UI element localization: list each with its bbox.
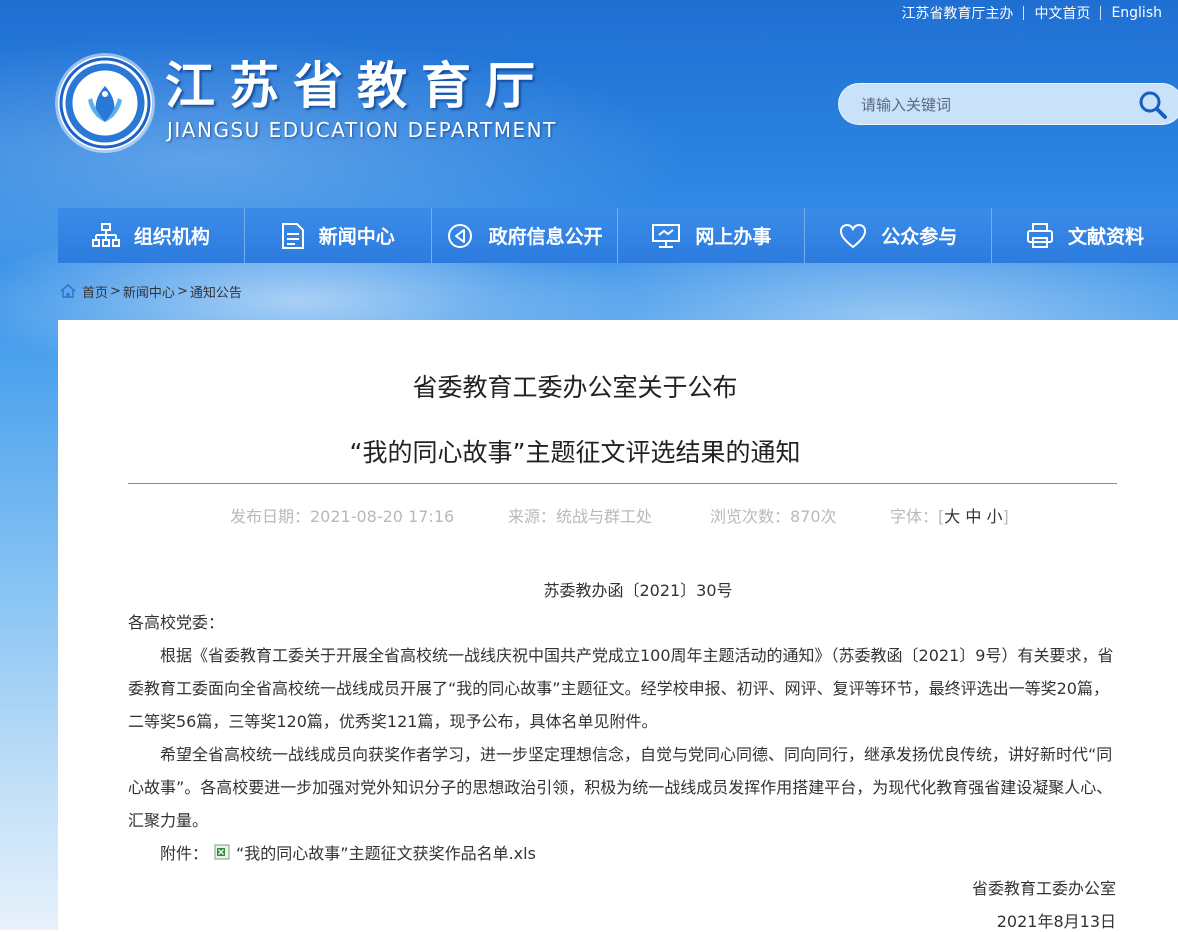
nav-label: 文献资料 [1068, 226, 1145, 248]
attachment: 附件： “我的同心故事”主题征文获奖作品名单.xls [160, 840, 536, 864]
home-icon [60, 284, 76, 298]
breadcrumb: 首页 > 新闻中心 > 通知公告 [60, 281, 242, 301]
nav-item-documents[interactable]: 文献资料 [992, 208, 1178, 263]
font-size-label: 字体： [890, 507, 939, 526]
signature-date: 2021年8月13日 [996, 912, 1116, 931]
article-paragraph: 希望全省高校统一战线成员向获奖作者学习，进一步坚定理想信念，自觉与党同心同德、同… [128, 745, 1113, 830]
excel-file-icon [214, 844, 230, 860]
article-paragraph: 根据《省委教育工委关于开展全省高校统一战线庆祝中国共产党成立100周年主题活动的… [128, 646, 1114, 731]
printer-icon [1027, 222, 1054, 248]
signature: 省委教育工委办公室 [971, 879, 1116, 898]
breadcrumb-news[interactable]: 新闻中心 [123, 282, 175, 301]
article-title-line2: “我的同心故事”主题征文评选结果的通知 [349, 438, 801, 467]
nav-item-public-participation[interactable]: 公众参与 [805, 208, 993, 263]
monitor-icon [652, 223, 681, 248]
view-count: 浏览次数：870次 [710, 507, 837, 526]
nav-label: 公众参与 [881, 226, 958, 248]
search-icon[interactable] [1137, 89, 1169, 125]
breadcrumb-separator: > [176, 283, 188, 299]
nav-item-gov-info[interactable]: 政府信息公开 [431, 208, 619, 263]
nav-label: 政府信息公开 [488, 226, 603, 248]
org-chart-icon [91, 222, 120, 247]
emblem-icon[interactable] [58, 56, 152, 150]
host-link[interactable]: 江苏省教育厅主办 [891, 3, 1023, 23]
document-number: 苏委教办函〔2021〕30号 [543, 581, 733, 600]
nav-label: 新闻中心 [318, 226, 395, 248]
article-title-line1: 省委教育工委办公室关于公布 [412, 373, 738, 402]
font-size-control: 字体：[大 中 小] [890, 503, 1009, 527]
salutation: 各高校党委： [128, 613, 225, 632]
title-divider [128, 483, 1117, 484]
attachment-label: 附件： [160, 844, 209, 863]
top-links: 江苏省教育厅主办 中文首页 English [891, 2, 1172, 24]
site-title-en: JIANGSU EDUCATION DEPARTMENT [167, 118, 557, 142]
nav-label: 网上办事 [695, 226, 772, 248]
chinese-home-link[interactable]: 中文首页 [1024, 3, 1100, 23]
search-input[interactable] [859, 93, 1133, 117]
speaker-icon [447, 223, 472, 248]
main-nav: 组织机构 新闻中心 政府信息公开 网上办事 公众参与 文献资料 [58, 208, 1178, 263]
font-large-button[interactable]: 大 [944, 507, 960, 526]
english-link[interactable]: English [1101, 5, 1172, 21]
nav-label: 组织机构 [133, 226, 210, 248]
site-title-cn[interactable]: 江苏省教育厅 [165, 56, 549, 116]
nav-item-online-service[interactable]: 网上办事 [618, 208, 806, 263]
bracket-close: ] [1002, 507, 1009, 526]
font-medium-button[interactable]: 中 [965, 507, 981, 526]
attachment-file-link[interactable]: “我的同心故事”主题征文获奖作品名单.xls [236, 840, 536, 864]
nav-item-organization[interactable]: 组织机构 [58, 208, 245, 263]
breadcrumb-separator: > [110, 283, 121, 299]
breadcrumb-notices[interactable]: 通知公告 [190, 282, 242, 301]
publish-date: 发布日期：2021-08-20 17:16 [230, 507, 455, 526]
nav-item-news[interactable]: 新闻中心 [244, 208, 432, 263]
heart-icon [840, 223, 867, 248]
font-small-button[interactable]: 小 [986, 507, 1002, 526]
search-box [838, 83, 1178, 125]
article-source: 来源：统战与群工处 [508, 507, 653, 526]
breadcrumb-home[interactable]: 首页 [82, 282, 108, 301]
document-icon [281, 222, 304, 249]
